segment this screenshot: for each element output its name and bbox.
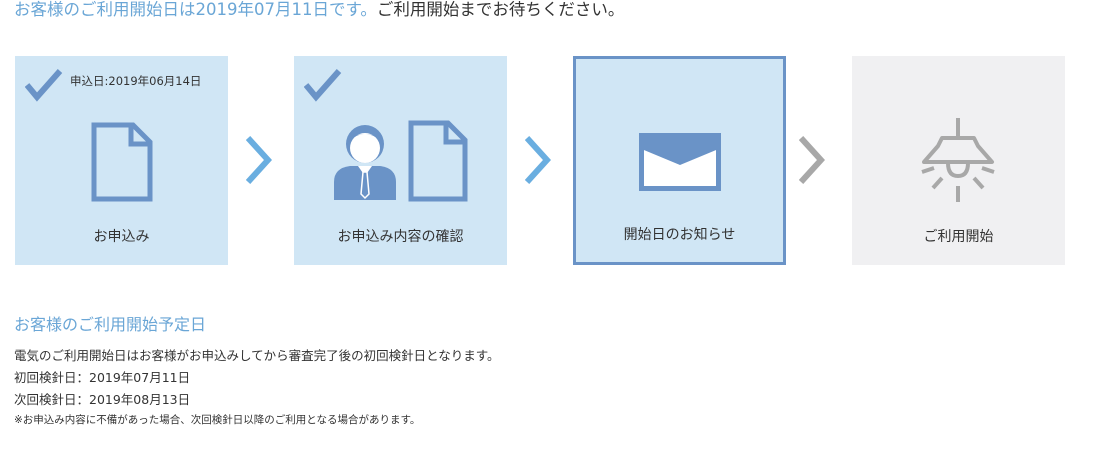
page-headline: お客様のご利用開始日は2019年07月11日です。ご利用開始までお待ちください。	[14, 0, 624, 22]
chevron-right-icon	[246, 136, 272, 184]
document-icon	[91, 122, 153, 202]
step-start-notice: 開始日のお知らせ	[573, 56, 786, 265]
section-title: お客様のご利用開始予定日	[14, 315, 207, 334]
envelope-icon	[639, 133, 721, 191]
chevron-right-icon	[799, 136, 825, 184]
next-reading-date: 次回検針日：2019年08月13日	[14, 392, 191, 407]
headline-wait-message: ご利用開始までお待ちください。	[376, 0, 625, 19]
step-label: 開始日のお知らせ	[623, 227, 736, 243]
step-label: ご利用開始	[923, 229, 994, 245]
lightbulb-icon	[921, 118, 995, 202]
chevron-right-icon	[525, 136, 551, 184]
first-reading-date: 初回検針日：2019年07月11日	[14, 370, 191, 385]
step-label: お申込み内容の確認	[337, 229, 464, 245]
headline-start-date: お客様のご利用開始日は2019年07月11日です。	[14, 0, 377, 19]
person-document-icon	[334, 120, 468, 202]
step-service-start: ご利用開始	[852, 56, 1065, 265]
incomplete-application-note: ※お申込み内容に不備があった場合、次回検針日以降のご利用となる場合があります。	[14, 414, 421, 426]
application-date: 申込日:2019年06月14日	[70, 74, 202, 88]
step-confirmation: お申込み内容の確認	[294, 56, 507, 265]
checkmark-icon	[304, 69, 342, 102]
checkmark-icon	[25, 69, 63, 102]
step-application: 申込日:2019年06月14日 お申込み	[15, 56, 228, 265]
start-date-description: 電気のご利用開始日はお客様がお申込みしてから審査完了後の初回検針日となります。	[14, 348, 500, 363]
step-label: お申込み	[93, 229, 150, 245]
